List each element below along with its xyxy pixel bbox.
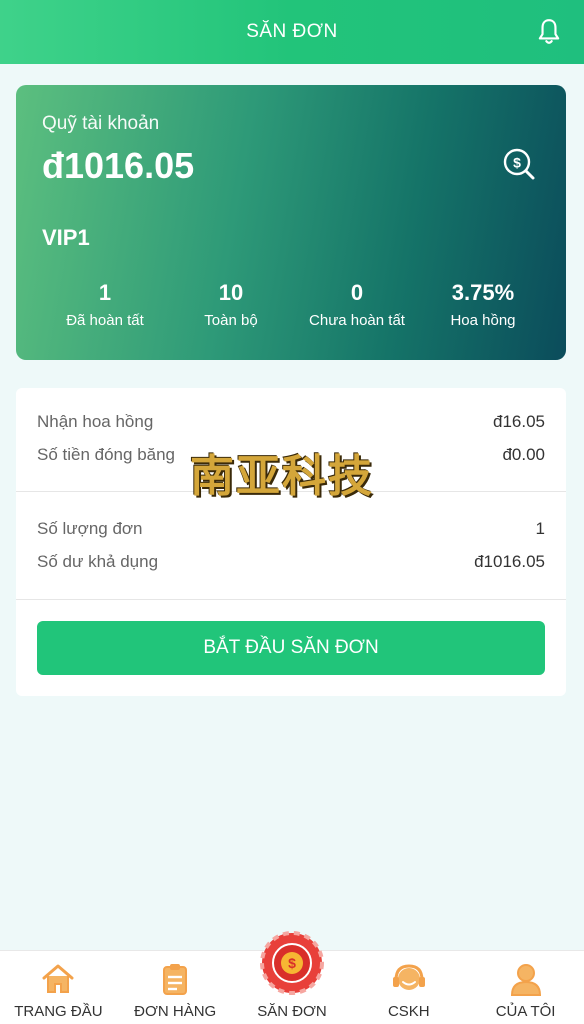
stat-label: Chưa hoàn tất: [309, 312, 405, 329]
coin-icon: $: [259, 931, 324, 995]
stat-label: Hoa hồng: [450, 312, 516, 329]
fund-amount: đ1016.05: [42, 145, 195, 186]
watermark-logo: 南亚科技: [190, 451, 374, 502]
top-bar: SĂN ĐƠN: [0, 0, 584, 64]
tab-label: ĐƠN HÀNG: [134, 1003, 217, 1020]
tab-label: TRANG ĐẦU: [14, 1003, 103, 1020]
tab-orders[interactable]: ĐƠN HÀNG: [117, 951, 234, 1024]
stat-value: 1: [98, 280, 112, 305]
stat-label: Đã hoàn tất: [66, 312, 144, 329]
tab-label: CỦA TÔI: [495, 1003, 556, 1020]
home-icon: [42, 964, 74, 993]
tab-label: SĂN ĐƠN: [257, 1003, 327, 1020]
headset-icon: [392, 964, 425, 990]
tab-home[interactable]: TRANG ĐẦU: [0, 951, 117, 1024]
commission-label: Nhận hoa hồng: [37, 412, 154, 431]
clipboard-icon: [163, 964, 188, 995]
tab-label: CSKH: [387, 1003, 430, 1020]
fund-label: Quỹ tài khoản: [42, 113, 160, 134]
stat-value: 10: [218, 280, 244, 305]
divider: [16, 599, 566, 600]
stats-row: 1 Đã hoàn tất 10 Toàn bộ 0 Chưa hoàn tất…: [42, 280, 546, 329]
stat-commission-rate: 3.75% Hoa hồng: [420, 280, 546, 329]
bottom-tab-bar: TRANG ĐẦU ĐƠN HÀNG $ SĂN ĐƠN CSKH CỦA TÔ…: [0, 931, 584, 1024]
stat-value: 3.75%: [451, 280, 515, 305]
orders-row: Số lượng đơn 1: [37, 519, 545, 539]
stat-pending: 0 Chưa hoàn tất: [294, 280, 420, 329]
balance-label: Số dư khả dụng: [37, 552, 159, 571]
money-search-icon[interactable]: $: [502, 147, 536, 181]
tab-hunt-orders[interactable]: $ SĂN ĐƠN: [234, 931, 351, 1024]
frozen-value: đ0.00: [502, 445, 545, 464]
balance-row: Số dư khả dụng đ1016.05: [37, 552, 545, 572]
commission-value: đ16.05: [493, 412, 545, 431]
stat-total: 10 Toàn bộ: [168, 280, 294, 329]
bell-icon[interactable]: [536, 18, 562, 46]
start-hunting-button[interactable]: BẮT ĐẦU SĂN ĐƠN: [37, 621, 545, 675]
orders-value: 1: [535, 519, 545, 538]
account-card: Quỹ tài khoản đ1016.05 $ VIP1 1 Đã hoàn …: [16, 85, 566, 360]
tab-profile[interactable]: CỦA TÔI: [467, 951, 584, 1024]
balance-value: đ1016.05: [474, 552, 545, 571]
user-icon: [510, 964, 541, 996]
frozen-label: Số tiền đóng băng: [37, 445, 176, 464]
tab-support[interactable]: CSKH: [350, 951, 467, 1024]
orders-label: Số lượng đơn: [37, 519, 143, 538]
stat-value: 0: [350, 280, 364, 305]
svg-text:$: $: [288, 955, 296, 971]
stat-completed: 1 Đã hoàn tất: [42, 280, 168, 329]
page-title: SĂN ĐƠN: [246, 21, 338, 42]
svg-text:$: $: [513, 155, 521, 171]
summary-panel: Nhận hoa hồng đ16.05 Số tiền đóng băng đ…: [16, 388, 566, 696]
stat-label: Toàn bộ: [204, 312, 258, 329]
vip-level: VIP1: [42, 225, 90, 250]
commission-row: Nhận hoa hồng đ16.05: [37, 412, 545, 432]
